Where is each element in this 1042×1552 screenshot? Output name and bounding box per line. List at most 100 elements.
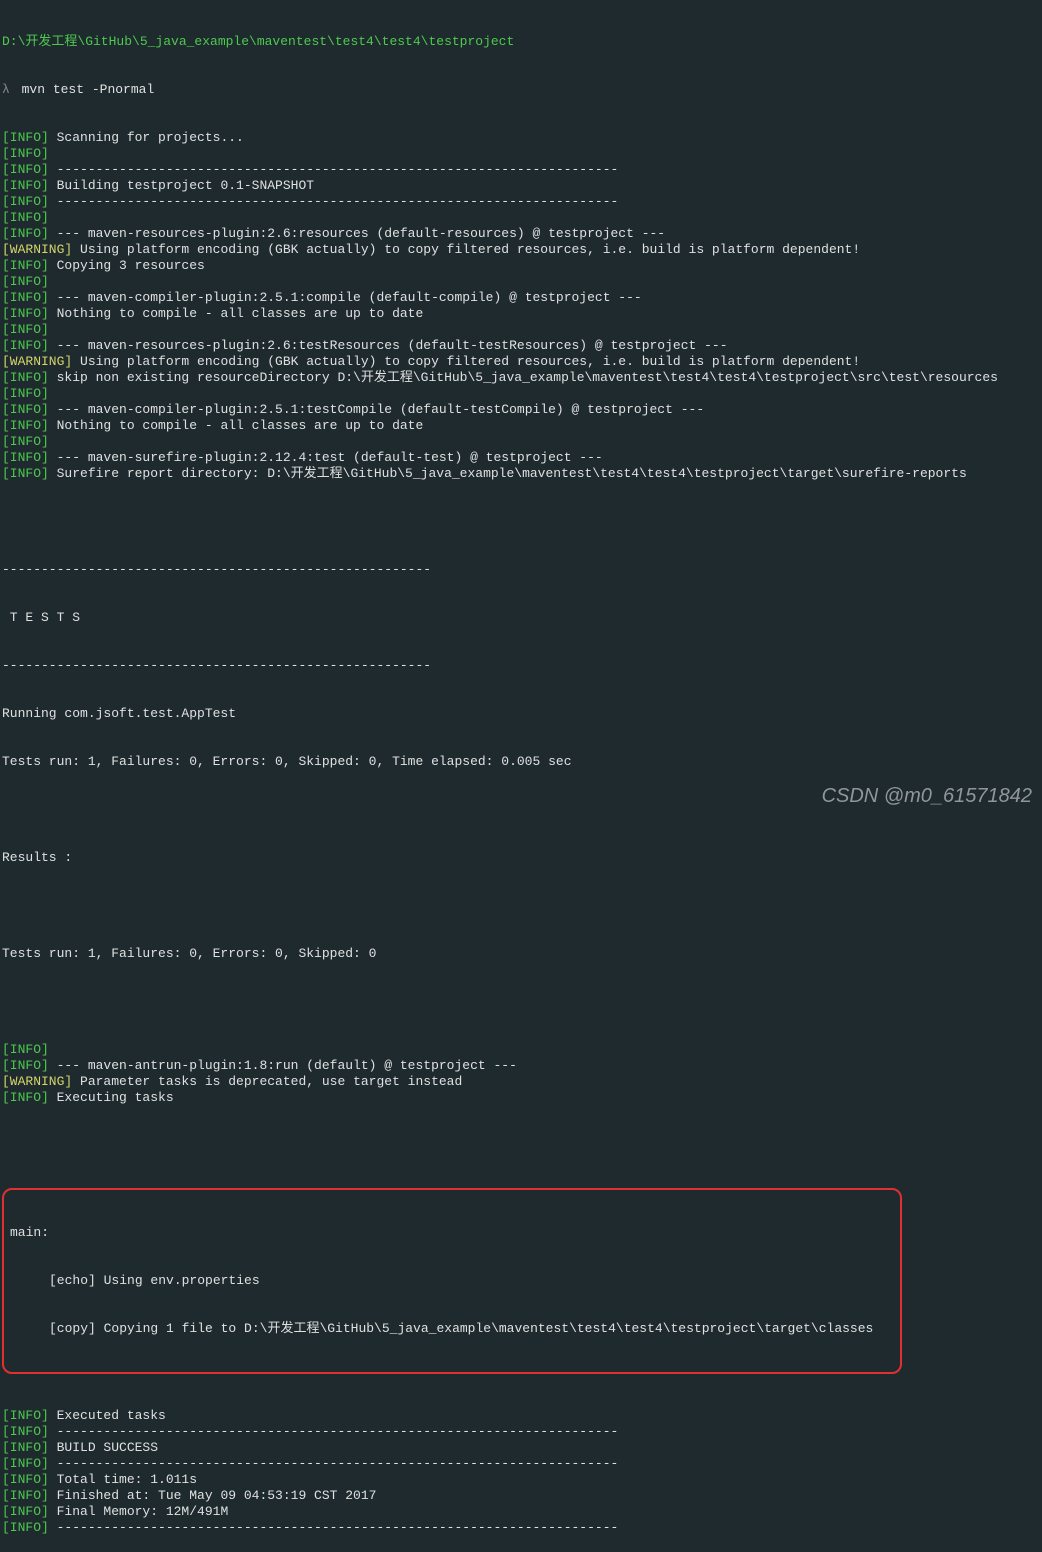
info-tag: [INFO] (2, 1424, 49, 1439)
log-text: --- maven-resources-plugin:2.6:testResou… (49, 338, 728, 353)
info-tag: [INFO] (2, 306, 49, 321)
log-text: BUILD SUCCESS (49, 1440, 158, 1455)
log-text: --- maven-compiler-plugin:2.5.1:compile … (49, 290, 642, 305)
tests-header: T E S T S (2, 610, 1040, 626)
info-tag: [INFO] (2, 1408, 49, 1423)
log-line: [INFO] Executed tasks (2, 1408, 1040, 1424)
info-tag: [INFO] (2, 258, 49, 273)
info-tag: [INFO] (2, 1440, 49, 1455)
log-line: [INFO] (2, 1042, 1040, 1058)
info-tag: [INFO] (2, 322, 49, 337)
info-tag: [INFO] (2, 466, 49, 481)
log-text: Finished at: Tue May 09 04:53:19 CST 201… (49, 1488, 377, 1503)
log-line: [INFO] (2, 274, 1040, 290)
log-line: [INFO] Finished at: Tue May 09 04:53:19 … (2, 1488, 1040, 1504)
log-line: [INFO] Copying 3 resources (2, 258, 1040, 274)
command-text: mvn test -Pnormal (22, 82, 155, 97)
log-text: Surefire report directory: D:\开发工程\GitHu… (49, 466, 967, 481)
tests-run-summary: Tests run: 1, Failures: 0, Errors: 0, Sk… (2, 946, 1040, 962)
log-text: ----------------------------------------… (49, 1520, 619, 1535)
log-line: [INFO] --- maven-resources-plugin:2.6:re… (2, 226, 1040, 242)
log-line: [INFO] (2, 146, 1040, 162)
info-tag: [INFO] (2, 226, 49, 241)
warning-tag: [WARNING] (2, 242, 72, 257)
log-text: Executing tasks (49, 1090, 174, 1105)
info-tag: [INFO] (2, 386, 49, 401)
log-line: [INFO] BUILD SUCCESS (2, 1440, 1040, 1456)
info-tag: [INFO] (2, 1520, 49, 1535)
info-tag: [INFO] (2, 1472, 49, 1487)
info-tag: [INFO] (2, 1042, 49, 1057)
info-tag: [INFO] (2, 178, 49, 193)
log-text: --- maven-compiler-plugin:2.5.1:testComp… (49, 402, 704, 417)
info-tag: [INFO] (2, 1488, 49, 1503)
log-text: Parameter tasks is deprecated, use targe… (72, 1074, 462, 1089)
info-tag: [INFO] (2, 434, 49, 449)
log-line: [INFO] ---------------------------------… (2, 194, 1040, 210)
info-tag: [INFO] (2, 274, 49, 289)
tests-results-label: Results : (2, 850, 1040, 866)
log-line: [INFO] Scanning for projects... (2, 130, 1040, 146)
log-line: [INFO] --- maven-antrun-plugin:1.8:run (… (2, 1058, 1040, 1074)
log-line: [INFO] (2, 210, 1040, 226)
watermark: CSDN @m0_61571842 (822, 788, 1032, 804)
tests-divider: ----------------------------------------… (2, 562, 1040, 578)
log-text: Nothing to compile - all classes are up … (49, 306, 423, 321)
info-tag: [INFO] (2, 450, 49, 465)
log-line: [INFO] --- maven-surefire-plugin:2.12.4:… (2, 450, 1040, 466)
info-tag: [INFO] (2, 1090, 49, 1105)
log-line: [INFO] Nothing to compile - all classes … (2, 306, 1040, 322)
log-line: [INFO] Final Memory: 12M/491M (2, 1504, 1040, 1520)
log-text: Nothing to compile - all classes are up … (49, 418, 423, 433)
log-text: --- maven-surefire-plugin:2.12.4:test (d… (49, 450, 603, 465)
tests-run-summary: Tests run: 1, Failures: 0, Errors: 0, Sk… (2, 754, 1040, 770)
log-line: [INFO] ---------------------------------… (2, 162, 1040, 178)
cwd-path: D:\开发工程\GitHub\5_java_example\maventest\… (2, 34, 1040, 50)
log-line: [INFO] ---------------------------------… (2, 1456, 1040, 1472)
tests-running: Running com.jsoft.test.AppTest (2, 706, 1040, 722)
log-line: [INFO] ---------------------------------… (2, 1520, 1040, 1536)
info-tag: [INFO] (2, 1504, 49, 1519)
info-tag: [INFO] (2, 418, 49, 433)
info-tag: [INFO] (2, 290, 49, 305)
log-line: [INFO] ---------------------------------… (2, 1424, 1040, 1440)
log-line: [INFO] Nothing to compile - all classes … (2, 418, 1040, 434)
info-tag: [INFO] (2, 1058, 49, 1073)
info-tag: [INFO] (2, 130, 49, 145)
log-text: --- maven-resources-plugin:2.6:resources… (49, 226, 665, 241)
info-tag: [INFO] (2, 402, 49, 417)
log-text: Copying 3 resources (49, 258, 205, 273)
command-line: λ mvn test -Pnormal (2, 82, 1040, 98)
log-line: [INFO] --- maven-compiler-plugin:2.5.1:c… (2, 290, 1040, 306)
log-text: ----------------------------------------… (49, 1456, 619, 1471)
log-line: [INFO] (2, 386, 1040, 402)
log-line: [WARNING] Parameter tasks is deprecated,… (2, 1074, 1040, 1090)
log-text: Executed tasks (49, 1408, 166, 1423)
log-text: ----------------------------------------… (49, 1424, 619, 1439)
terminal-output[interactable]: D:\开发工程\GitHub\5_java_example\maventest\… (2, 2, 1040, 1552)
ant-copy-line: [copy] Copying 1 file to D:\开发工程\GitHub\… (10, 1321, 894, 1337)
log-text: ----------------------------------------… (49, 194, 619, 209)
info-tag: [INFO] (2, 1456, 49, 1471)
log-line: [INFO] (2, 434, 1040, 450)
log-text: Building testproject 0.1-SNAPSHOT (49, 178, 314, 193)
log-line: [INFO] --- maven-resources-plugin:2.6:te… (2, 338, 1040, 354)
warning-tag: [WARNING] (2, 1074, 72, 1089)
log-text: Using platform encoding (GBK actually) t… (72, 242, 860, 257)
log-line: [INFO] Building testproject 0.1-SNAPSHOT (2, 178, 1040, 194)
log-line: [INFO] Surefire report directory: D:\开发工… (2, 466, 1040, 482)
info-tag: [INFO] (2, 162, 49, 177)
log-text: Using platform encoding (GBK actually) t… (72, 354, 860, 369)
log-text: Scanning for projects... (49, 130, 244, 145)
log-text: Final Memory: 12M/491M (49, 1504, 228, 1519)
log-text: skip non existing resourceDirectory D:\开… (49, 370, 998, 385)
log-text: Total time: 1.011s (49, 1472, 197, 1487)
log-line: [INFO] --- maven-compiler-plugin:2.5.1:t… (2, 402, 1040, 418)
log-line: [WARNING] Using platform encoding (GBK a… (2, 242, 1040, 258)
tests-divider: ----------------------------------------… (2, 658, 1040, 674)
highlighted-region: main: [echo] Using env.properties [copy]… (2, 1188, 902, 1374)
ant-echo-line: [echo] Using env.properties (10, 1273, 894, 1289)
info-tag: [INFO] (2, 338, 49, 353)
warning-tag: [WARNING] (2, 354, 72, 369)
log-line: [INFO] (2, 322, 1040, 338)
